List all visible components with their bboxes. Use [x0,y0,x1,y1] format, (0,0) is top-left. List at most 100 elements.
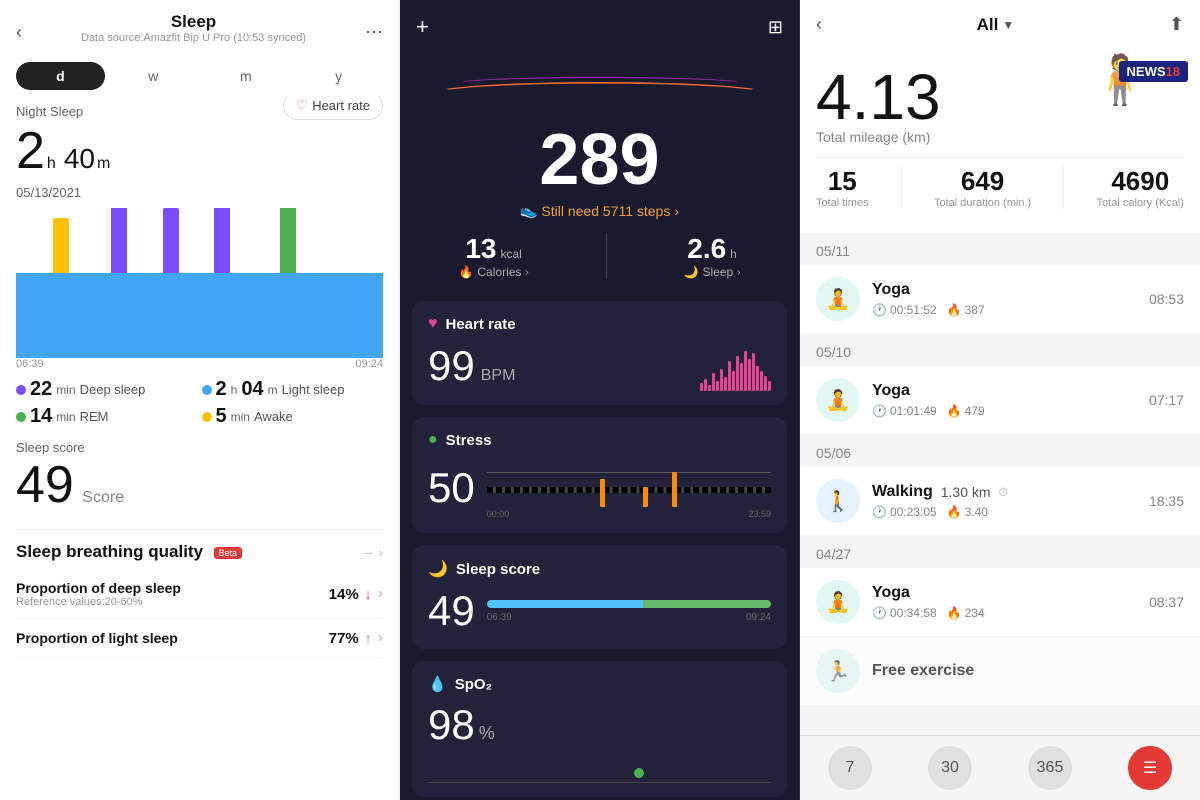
spo2-card[interactable]: 💧 SpO₂ 98 % [412,661,787,797]
exercise-details-0510: 🕐 01:01:49 🔥 479 [872,404,1137,418]
sleep-metric[interactable]: 2.6 h 🌙 Sleep › [684,233,741,279]
tab-menu[interactable]: ☰ [1128,746,1172,790]
light-sleep-h: h [231,383,238,397]
exercise-details-0511: 🕐 00:51:52 🔥 387 [872,303,1137,317]
tab-30[interactable]: 30 [928,746,972,790]
calories-metric[interactable]: 13 kcal 🔥 Calories › [458,233,528,279]
prop1-ref: Reference values:20-60% [16,596,181,608]
exercise-name-0511: Yoga [872,281,1137,299]
cal-label-0506: 🔥 3.40 [947,505,988,519]
tab-365[interactable]: 365 [1028,746,1072,790]
free-info: Free exercise [872,662,1184,680]
chart-start: 06:39 [16,358,44,370]
metrics-row: 13 kcal 🔥 Calories › 2.6 h 🌙 Sleep › [400,233,799,279]
deep-sleep-dot [16,385,26,395]
stress-chart: 00:00 23:59 [487,457,771,519]
stress-start: 00:00 [487,509,510,519]
prop1-right[interactable]: 14% ↓ › [329,585,383,603]
prop1-arrow: ↓ [365,586,372,602]
sleep-hours: 2 [16,121,45,181]
activity-header: + ⊞ [400,0,799,54]
more-icon[interactable]: ⋯ [365,22,383,43]
breathing-dashes: -- [364,545,373,560]
prop2-chevron: › [378,629,383,647]
share-icon[interactable]: ⬆ [1169,14,1184,35]
timer-icon-0506: ⏱ [999,485,1008,500]
deep-sleep-val: 22 [30,378,52,401]
fire-icon: 🔥 [458,265,473,279]
sleep-score-card[interactable]: 🌙 Sleep score 49 06:39 09:24 [412,545,787,649]
exercise-item-yoga-0511[interactable]: 🧘 Yoga 🕐 00:51:52 🔥 387 08:53 [800,265,1200,333]
flame-icon-0511: 🔥 [947,303,962,317]
bpm-unit: BPM [481,367,516,385]
exercise-back-icon[interactable]: ‹ [816,14,822,35]
prop-deep-sleep: Proportion of deep sleep Reference value… [16,570,383,619]
sleep-score-section: Sleep score 49 Score [16,440,383,515]
date-header-0511: 05/11 [800,233,1200,265]
sleep-chart [16,208,383,358]
walking-icon-0506: 🚶 [816,479,860,523]
sleep-duration: 2 h 40 m [16,121,110,181]
tab-7-label: 7 [846,759,855,777]
flame-icon-0510: 🔥 [947,404,962,418]
add-button[interactable]: + [416,14,429,40]
prop2-right[interactable]: 77% ↑ › [329,629,383,647]
bpm-display: 99 BPM [428,342,515,390]
breathing-right[interactable]: -- › [364,545,383,560]
exercise-title-area[interactable]: All ▼ [977,15,1015,35]
heart-rate-button[interactable]: ♡ Heart rate [283,96,383,120]
total-calory: 4690 Total calory (Kcal) [1097,166,1184,209]
deep-sleep-stat: 22 min Deep sleep [16,378,198,401]
steps-need: 👟 Still need 5711 steps › [520,202,679,219]
score-start: 06:39 [487,612,512,623]
sleep-score-bar-area: 06:39 09:24 [487,600,771,623]
exercise-panel: ‹ All ▼ ⬆ NEWS18 🧍 4.13 Total mileage (k… [800,0,1200,800]
time-label-0510: 🕐 01:01:49 [872,404,937,418]
exercise-item-walking-0506[interactable]: 🚶 Walking 1.30 km ⏱ 🕐 00:23:05 🔥 3.40 [800,467,1200,535]
prop2-arrow: ↑ [365,630,372,646]
light-sleep-stat: 2 h 04 m Light sleep [202,378,384,401]
rem-val: 14 [30,405,52,428]
prop1-val: 14% [329,586,359,603]
total-mileage-label: Total mileage (km) [816,129,1184,145]
shoe-icon: 👟 [520,202,537,219]
sleep-score-times: 06:39 09:24 [487,612,771,623]
rem-unit: min [56,410,75,424]
exercise-info-0510: Yoga 🕐 01:01:49 🔥 479 [872,382,1137,418]
exercise-item-yoga-0510[interactable]: 🧘 Yoga 🕐 01:01:49 🔥 479 07:17 [800,366,1200,434]
walking-km: 1.30 km [941,484,991,500]
time-label-0427: 🕐 00:34:58 [872,606,937,620]
exercise-name-0506: Walking [872,483,933,501]
tab-d[interactable]: d [16,62,105,90]
tab-bar: d w m y [0,56,399,96]
times-label: Total times [816,197,869,209]
heart-rate-card[interactable]: ♥ Heart rate 99 BPM [412,301,787,405]
exercise-stats-card: NEWS18 🧍 4.13 Total mileage (km) 15 Tota… [800,49,1200,233]
exercise-item-free[interactable]: 🏃 Free exercise [800,637,1200,705]
stress-card[interactable]: ● Stress 50 00:00 23:59 [412,417,787,533]
clock-icon-0506: 🕐 [872,505,887,519]
cal-label-0510: 🔥 479 [947,404,985,418]
grid-button[interactable]: ⊞ [768,17,783,38]
tab-m[interactable]: m [202,62,291,90]
sleep-unit: h [730,247,737,261]
tab-w[interactable]: w [109,62,198,90]
sleep-score-icon: 🌙 [428,559,448,579]
awake-unit: min [231,410,250,424]
heart-rate-icon: ♥ [428,315,438,333]
steps-area: 289 👟 Still need 5711 steps › [400,54,799,229]
light-sleep-label: Light sleep [282,382,345,397]
light-sleep-dot [202,385,212,395]
tab-y[interactable]: y [294,62,383,90]
news18-text: NEWS [1127,64,1166,79]
exercise-item-yoga-0427[interactable]: 🧘 Yoga 🕐 00:34:58 🔥 234 08:37 [800,568,1200,636]
tab-7[interactable]: 7 [828,746,872,790]
flame-icon-0427: 🔥 [947,606,962,620]
exercise-stats-wrapper: NEWS18 🧍 4.13 Total mileage (km) 15 Tota… [800,49,1200,233]
sleep-content: Night Sleep 2 h 40 m ♡ Heart rate 05/13/… [0,96,399,800]
heart-chart [515,341,771,391]
spo2-value: 98 [428,701,475,749]
light-sleep-m: m [268,383,278,397]
stress-times: 00:00 23:59 [487,509,771,519]
sleep-h: h [47,155,56,173]
